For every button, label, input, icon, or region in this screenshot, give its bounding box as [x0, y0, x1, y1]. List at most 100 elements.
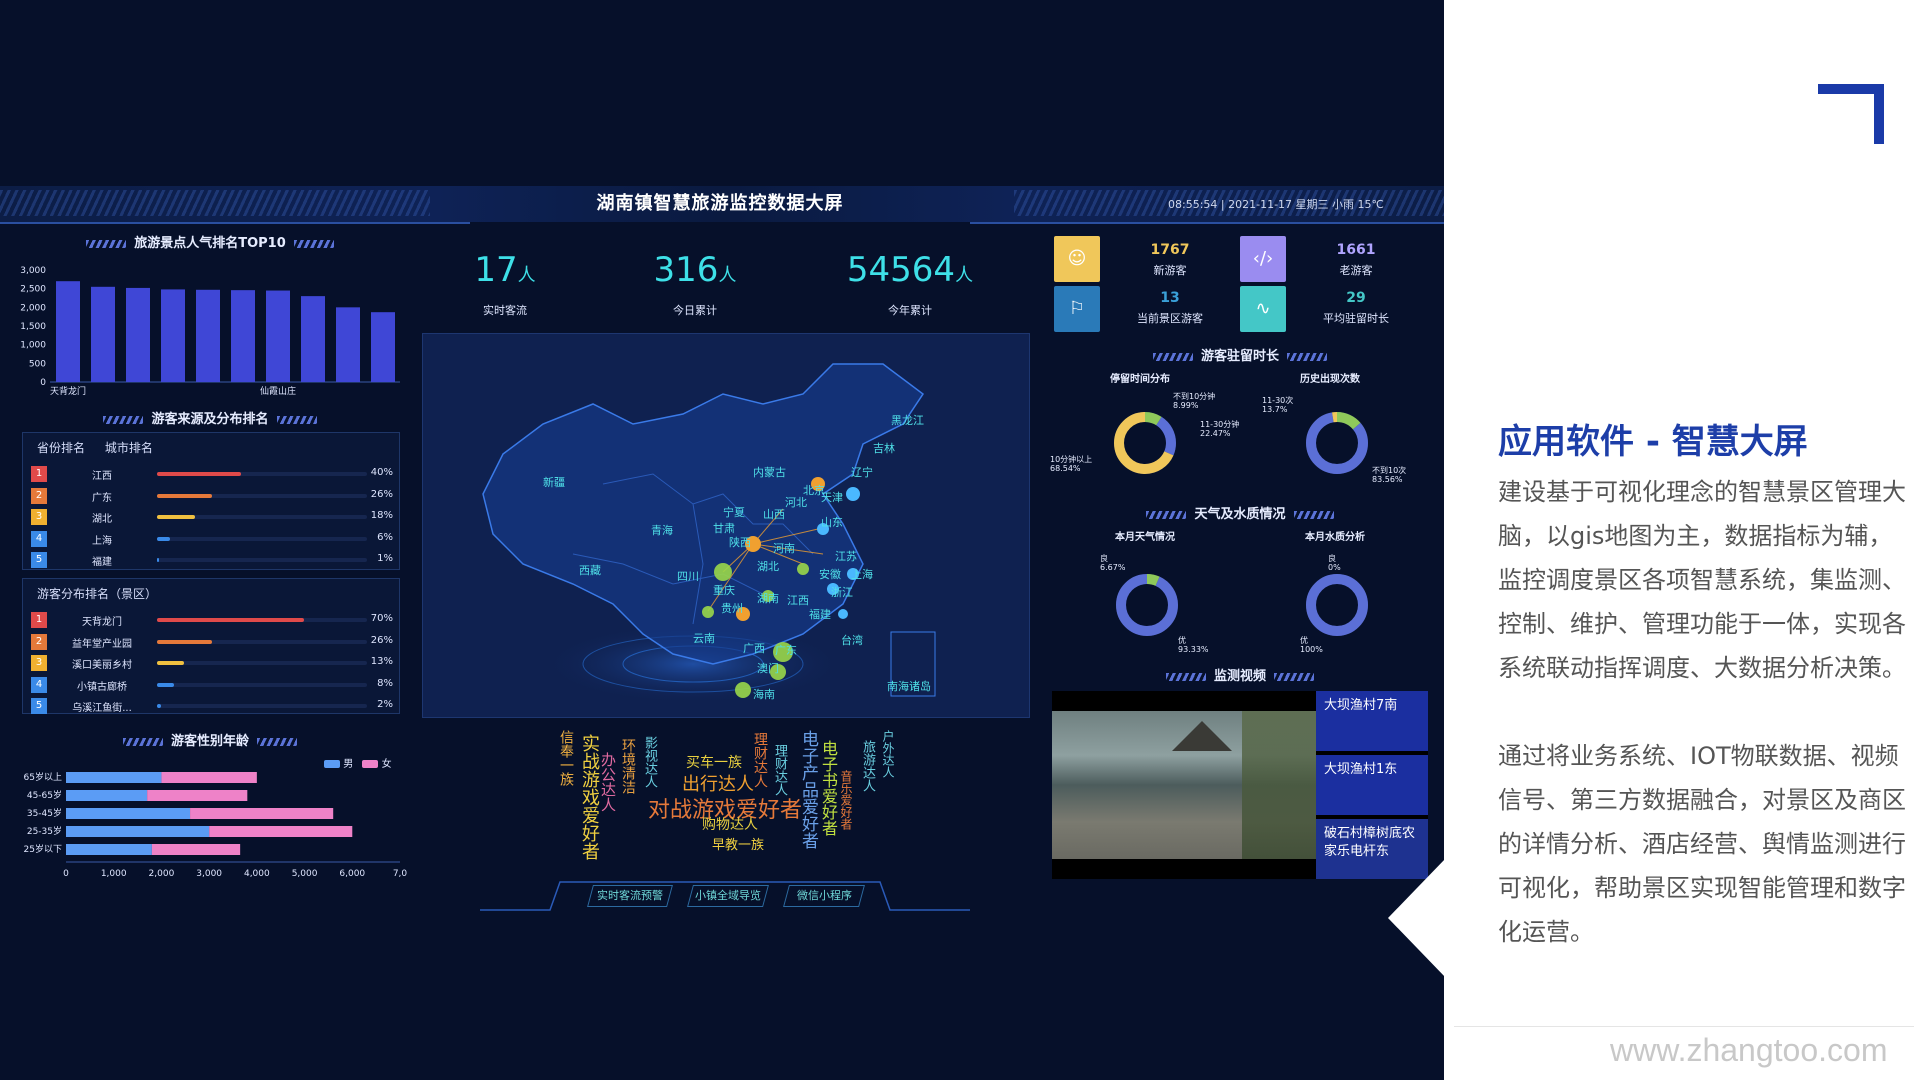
bar — [126, 287, 150, 382]
bar-segment — [147, 790, 248, 801]
source-panel: 省份排名 城市排名 1 江西 40% 2 广东 26% 3 湖北 18% 4 上海 6% 5 福建 1% — [22, 432, 400, 570]
kpi-realtime-value: 17人 — [474, 250, 536, 290]
rank-bar-fill — [157, 639, 212, 644]
source-tabs: 省份排名 城市排名 — [37, 439, 169, 456]
rank-number: 4 — [31, 530, 47, 547]
province-label[interactable]: 重庆 — [713, 582, 735, 598]
tree-shape — [1242, 711, 1316, 859]
rank-bar-fill — [157, 493, 212, 498]
word-cloud-term: 信奉一族 — [558, 730, 574, 786]
province-label[interactable]: 澳门 — [757, 660, 779, 676]
distribution-title: 游客分布排名（景区） — [37, 587, 158, 601]
province-label[interactable]: 湖南 — [757, 590, 779, 606]
header-datetime: 08:55:54 | 2021-11-17 星期三 小雨 15℃ — [1168, 198, 1384, 211]
y-tick-label: 1,500 — [20, 322, 46, 332]
province-label[interactable]: 海南 — [753, 686, 775, 702]
stay-title: 游客驻留时长 — [1120, 345, 1360, 364]
description-paragraph-2: 通过将业务系统、IOT物联数据、视频信号、第三方数据融合，对景区及商区的详情分析… — [1498, 742, 1906, 946]
gender-age-chart: 65岁以上 45-65岁 35-45岁 25-35岁 25岁以下 0 1,000 2,000 3… — [24, 771, 408, 879]
province-label[interactable]: 宁夏 — [723, 504, 745, 520]
province-label[interactable]: 河南 — [773, 540, 795, 556]
video-feed[interactable] — [1052, 711, 1316, 859]
bar — [56, 281, 80, 382]
province-label[interactable]: 上海 — [851, 566, 873, 582]
rank-name: 广东 — [92, 492, 112, 504]
rank-name: 乌溪江鱼街... — [72, 703, 132, 714]
weather-label-b: 优 93.33% — [1178, 636, 1209, 654]
bar-segment — [190, 808, 334, 819]
bar-segment — [161, 772, 257, 783]
stat-new-value: 1767 — [1150, 242, 1190, 258]
rank-row: 1 天背龙门 70% — [31, 611, 393, 629]
bar — [266, 290, 290, 382]
province-label[interactable]: 北京 — [803, 482, 825, 498]
header-stripes-left — [0, 190, 430, 216]
rank-row: 2 益年堂产业园 26% — [31, 633, 393, 651]
province-label[interactable]: 云南 — [693, 630, 715, 646]
rank-percent: 70% — [370, 613, 393, 624]
bar-segment — [66, 790, 148, 801]
rank-percent: 26% — [370, 634, 393, 646]
china-map[interactable]: 黑龙江 吉林 辽宁 内蒙古 新疆 河北 天津 北京 山西 宁夏 甘肃 青海 山东 河南 江苏 安徽 上海 浙江 西藏… — [422, 333, 1030, 718]
section-heading: 应用软件 - 智慧大屏 — [1498, 422, 1808, 462]
btn-realtime-warning[interactable]: 实时客流预警 — [587, 885, 673, 907]
province-label[interactable]: 陕西 — [729, 534, 751, 550]
kpi-year-label: 今年累计 — [888, 304, 932, 317]
code-icon: ‹/› — [1240, 236, 1286, 282]
bar — [91, 286, 115, 382]
stay-label-b: 11-30分钟 22.47% — [1200, 420, 1240, 438]
water-label-a: 良 0% — [1328, 554, 1341, 572]
word-cloud-term: 音乐爱好者 — [839, 770, 853, 830]
province-label[interactable]: 江西 — [787, 592, 809, 608]
word-cloud-term: 环境清洁 — [620, 738, 636, 794]
kpi-today-value: 316人 — [653, 250, 737, 290]
province-label[interactable]: 内蒙古 — [753, 464, 786, 480]
rank-bar-fill — [157, 558, 160, 562]
rank-bar-fill — [157, 515, 195, 519]
x-tick-label: 天背龙门 — [50, 385, 86, 397]
tab-province[interactable]: 省份排名 — [37, 441, 85, 455]
province-label[interactable]: 台湾 — [841, 632, 863, 648]
weather-donut — [1116, 574, 1178, 636]
province-label[interactable]: 安徽 — [819, 566, 841, 582]
tab-city[interactable]: 城市排名 — [105, 441, 153, 455]
province-label[interactable]: 广东 — [775, 642, 797, 658]
video-item-2[interactable]: 大坝渔村1东 — [1316, 755, 1428, 815]
province-label[interactable]: 四川 — [677, 568, 699, 584]
rank-row: 5 乌溪江鱼街... 2% — [31, 697, 393, 715]
province-label[interactable]: 辽宁 — [851, 464, 873, 480]
province-label[interactable]: 福建 — [809, 606, 831, 622]
stay-chart1-title: 停留时间分布 — [1110, 374, 1170, 385]
province-label[interactable]: 江苏 — [835, 548, 857, 564]
province-label[interactable]: 南海诸岛 — [887, 678, 931, 694]
video-item-1[interactable]: 大坝渔村7南 — [1316, 691, 1428, 751]
rank-row: 4 上海 6% — [31, 530, 393, 548]
x-tick-label: 7,0 — [393, 869, 408, 879]
word-cloud-term: 影视达人 — [642, 736, 657, 788]
province-label[interactable]: 山东 — [821, 514, 843, 530]
province-label[interactable]: 湖北 — [757, 558, 779, 574]
rank-name: 福建 — [92, 557, 112, 568]
btn-town-guide[interactable]: 小镇全域导览 — [687, 885, 769, 907]
btn-wechat-miniapp[interactable]: 微信小程序 — [783, 885, 865, 907]
bar-segment — [66, 844, 152, 855]
province-label[interactable]: 西藏 — [579, 562, 601, 578]
weather-label-a: 良 6.67% — [1100, 554, 1126, 572]
distribution-panel: 游客分布排名（景区） 1 天背龙门 70% 2 益年堂产业园 26% 3 溪口美丽乡村 13% 4… — [22, 578, 400, 714]
rank-number: 5 — [31, 698, 47, 714]
province-label[interactable]: 青海 — [651, 522, 673, 538]
province-label[interactable]: 贵州 — [721, 600, 743, 616]
dashboard-screen: 湖南镇智慧旅游监控数据大屏 08:55:54 | 2021-11-17 星期三 … — [0, 0, 1444, 1080]
rank-percent: 8% — [377, 677, 393, 689]
rank-bar-fill — [157, 704, 162, 708]
province-label[interactable]: 吉林 — [873, 440, 895, 456]
province-label[interactable]: 浙江 — [831, 584, 853, 600]
province-label[interactable]: 广西 — [743, 640, 765, 656]
y-tick-label: 2,500 — [20, 285, 46, 295]
province-label[interactable]: 黑龙江 — [891, 412, 924, 428]
province-label[interactable]: 新疆 — [543, 474, 565, 490]
y-tick-label: 3,000 — [20, 266, 46, 276]
rank-number: 2 — [31, 633, 47, 650]
rank-bar-track — [157, 618, 367, 622]
province-label[interactable]: 山西 — [763, 506, 785, 522]
